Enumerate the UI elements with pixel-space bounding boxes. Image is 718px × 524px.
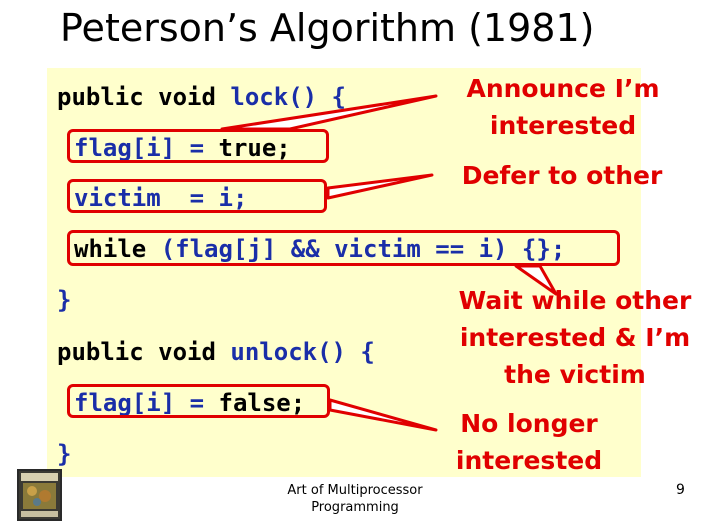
pointer-announce bbox=[220, 94, 438, 131]
pointer-nolonger bbox=[328, 398, 438, 432]
annotation-line: Defer to other bbox=[461, 161, 663, 190]
annotation-line: Wait while other bbox=[458, 286, 692, 315]
annotation-line: interested bbox=[455, 446, 603, 475]
book-cover-image bbox=[17, 469, 62, 521]
page-number: 9 bbox=[676, 482, 685, 498]
annotation-line: Announce I’m bbox=[466, 74, 660, 103]
annotation-announce: Announce I’m interested bbox=[448, 70, 678, 144]
pointer-defer bbox=[326, 173, 434, 200]
footer-line: Programming bbox=[311, 500, 399, 515]
footer-book-title: Art of Multiprocessor Programming bbox=[240, 482, 470, 516]
annotation-line: the victim bbox=[504, 360, 646, 389]
annotation-line: interested bbox=[489, 111, 637, 140]
annotation-line: interested & I’m bbox=[459, 323, 691, 352]
annotation-wait: Wait while other interested & I’m the vi… bbox=[436, 282, 714, 393]
footer-line: Art of Multiprocessor bbox=[287, 483, 423, 498]
annotation-nolonger: No longer interested bbox=[436, 405, 622, 479]
annotation-defer: Defer to other bbox=[440, 157, 684, 194]
annotation-line: No longer bbox=[460, 409, 598, 438]
